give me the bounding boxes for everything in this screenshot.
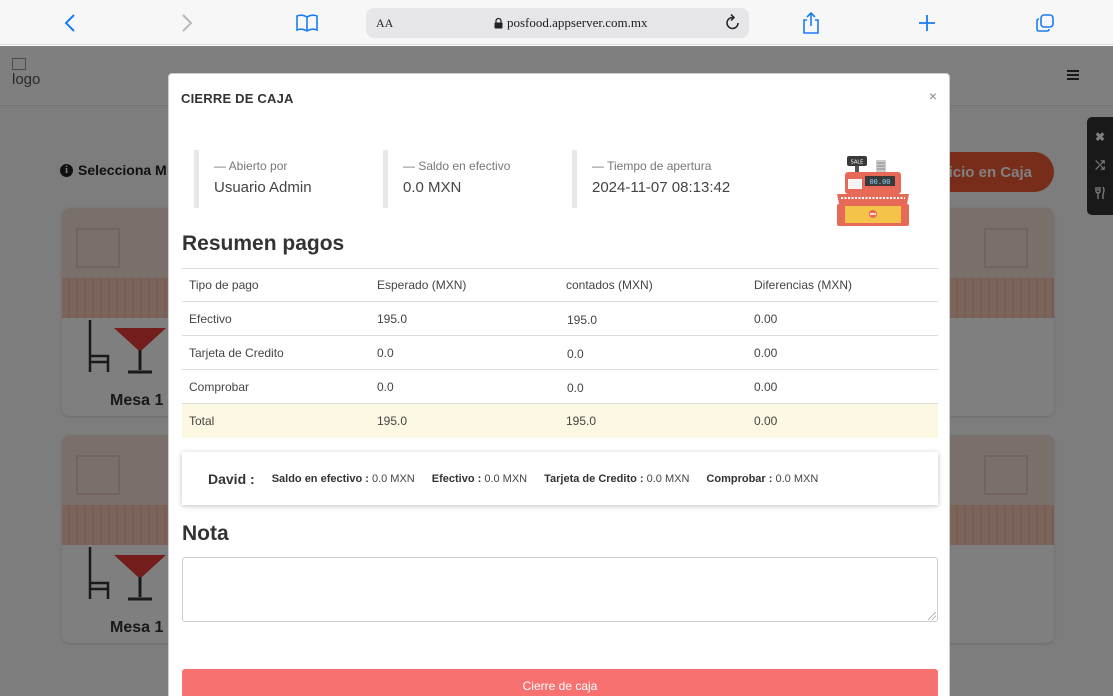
register-display-text: 00.00	[869, 178, 890, 186]
cell-tipo: Total	[182, 403, 370, 438]
cell-tipo: Efectivo	[182, 301, 370, 336]
stat-tiempo-apertura: — Tiempo de apertura 2024-11-07 08:13:42	[572, 150, 730, 208]
url-text: posfood.appserver.com.mx	[494, 15, 647, 31]
close-icon[interactable]: ×	[929, 88, 937, 104]
stat-label: — Tiempo de apertura	[592, 159, 712, 173]
contados-input[interactable]: 195.0	[566, 310, 708, 330]
resize-handle[interactable]	[928, 612, 936, 620]
col-header: Tipo de pago	[182, 268, 370, 302]
summary-value: 0.0 MXN	[371, 472, 415, 485]
user-summary-card: David : Saldo en efectivo : 0.0 MXN Efec…	[182, 452, 938, 505]
cell-esperado: 0.0	[370, 369, 559, 404]
summary-item: Efectivo : 0.0 MXN	[432, 473, 527, 485]
register-sale-text: SALE	[851, 160, 864, 166]
stat-label: — Saldo en efectivo	[403, 159, 511, 173]
cierre-de-caja-label: Cierre de caja	[522, 679, 598, 693]
stat-value: 2024-11-07 08:13:42	[592, 179, 731, 196]
browser-toolbar: AA posfood.appserver.com.mx	[0, 0, 1113, 45]
col-header: contados (MXN)	[559, 268, 747, 302]
reload-icon[interactable]	[725, 13, 741, 36]
payments-table: Tipo de pago Esperado (MXN) contados (MX…	[182, 268, 938, 438]
cash-register-icon: SALE 00.00	[837, 156, 909, 226]
lock-icon	[494, 17, 503, 28]
stat-value: 0.0 MXN	[403, 179, 462, 196]
url-label: posfood.appserver.com.mx	[507, 15, 648, 30]
summary-label: Efectivo :	[431, 472, 482, 485]
contados-input[interactable]: 0.0	[566, 344, 708, 364]
cell-diferencias: 0.00	[747, 403, 938, 438]
table-row: Comprobar 0.0 0.0 0.00	[182, 369, 938, 404]
summary-value: 0.0 MXN	[484, 472, 528, 485]
resumen-pagos-heading: Resumen pagos	[182, 232, 345, 255]
cierre-de-caja-modal: CIERRE DE CAJA × — Abierto por Usuario A…	[168, 73, 950, 696]
address-bar[interactable]: AA posfood.appserver.com.mx	[366, 8, 749, 38]
summary-label: Saldo en efectivo :	[271, 472, 369, 485]
reader-aa-button[interactable]: AA	[376, 16, 393, 31]
summary-item: Tarjeta de Credito : 0.0 MXN	[544, 473, 689, 485]
table-row: Efectivo 195.0 195.0 0.00	[182, 301, 938, 336]
nota-textarea[interactable]	[182, 557, 938, 622]
stat-label: — Abierto por	[214, 159, 288, 173]
cell-diferencias: 0.00	[747, 369, 938, 404]
summary-item: Comprobar : 0.0 MXN	[706, 473, 818, 485]
table-row: Tarjeta de Credito 0.0 0.0 0.00	[182, 335, 938, 370]
table-header-row: Tipo de pago Esperado (MXN) contados (MX…	[182, 268, 938, 302]
user-name: David :	[208, 470, 255, 487]
summary-value: 0.0 MXN	[646, 472, 690, 485]
share-icon[interactable]	[796, 8, 826, 38]
cell-tipo: Tarjeta de Credito	[182, 335, 370, 370]
cell-esperado: 195.0	[370, 403, 559, 438]
summary-label: Comprobar :	[706, 472, 773, 485]
stat-abierto-por: — Abierto por Usuario Admin	[194, 150, 312, 208]
summary-label: Tarjeta de Credito :	[544, 472, 644, 485]
nota-heading: Nota	[182, 522, 229, 545]
back-icon[interactable]	[55, 8, 85, 38]
col-header: Diferencias (MXN)	[747, 268, 938, 302]
summary-value: 0.0 MXN	[775, 472, 819, 485]
cell-tipo: Comprobar	[182, 369, 370, 404]
stat-value: Usuario Admin	[214, 179, 312, 196]
cell-diferencias: 0.00	[747, 301, 938, 336]
col-header: Esperado (MXN)	[370, 268, 559, 302]
tabs-icon[interactable]	[1030, 8, 1060, 38]
bookmarks-icon[interactable]	[292, 8, 322, 38]
cierre-de-caja-button[interactable]: Cierre de caja	[182, 669, 938, 696]
cell-contados: 195.0	[559, 403, 747, 438]
new-tab-icon[interactable]	[912, 8, 942, 38]
cell-esperado: 0.0	[370, 335, 559, 370]
cell-esperado: 195.0	[370, 301, 559, 336]
contados-input[interactable]: 0.0	[566, 378, 708, 398]
table-total-row: Total 195.0 195.0 0.00	[182, 403, 938, 438]
summary-item: Saldo en efectivo : 0.0 MXN	[272, 473, 415, 485]
stat-saldo-efectivo: — Saldo en efectivo 0.0 MXN	[383, 150, 510, 208]
forward-icon[interactable]	[172, 8, 202, 38]
cell-diferencias: 0.00	[747, 335, 938, 370]
modal-title: CIERRE DE CAJA	[181, 91, 294, 106]
